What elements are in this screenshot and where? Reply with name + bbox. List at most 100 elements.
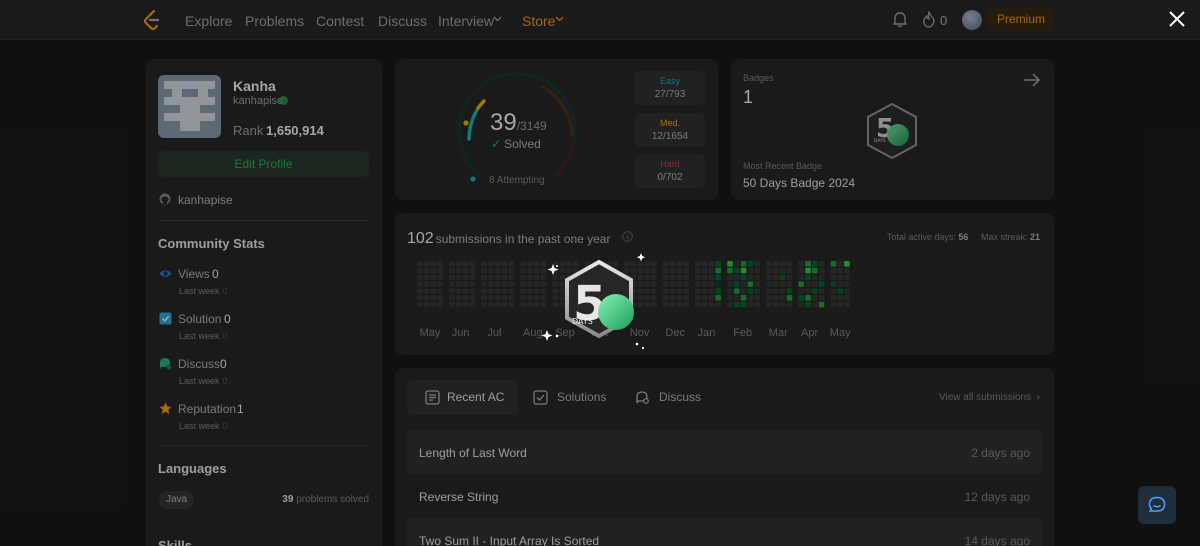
heatmap-cell[interactable] — [812, 281, 818, 287]
heatmap-cell[interactable] — [495, 281, 501, 287]
heatmap-cell[interactable] — [786, 261, 793, 267]
heatmap-cell[interactable] — [676, 267, 682, 274]
heatmap-cell[interactable] — [747, 281, 754, 287]
heatmap-cell[interactable] — [683, 261, 689, 267]
heatmap-cell[interactable] — [812, 295, 818, 301]
nav-explore[interactable]: Explore — [185, 13, 232, 29]
heatmap-cell[interactable] — [734, 274, 740, 281]
leetcode-logo-icon[interactable] — [142, 9, 162, 31]
heatmap-cell[interactable] — [508, 267, 515, 274]
heatmap-cell[interactable] — [683, 288, 689, 294]
heatmap-cell[interactable] — [508, 281, 515, 287]
heatmap-cell[interactable] — [812, 261, 818, 267]
heatmap-cell[interactable] — [437, 274, 443, 281]
heatmap-cell[interactable] — [423, 274, 430, 281]
heatmap-cell[interactable] — [481, 261, 487, 267]
heatmap-cell[interactable] — [481, 301, 487, 308]
heatmap-cell[interactable] — [662, 267, 669, 274]
heatmap-cell[interactable] — [456, 295, 462, 301]
heatmap-cell[interactable] — [805, 295, 811, 301]
heatmap-cell[interactable] — [805, 301, 811, 308]
nav-problems[interactable]: Problems — [245, 13, 304, 29]
heatmap-cell[interactable] — [844, 261, 850, 267]
heatmap-cell[interactable] — [520, 295, 526, 301]
heatmap-cell[interactable] — [754, 267, 760, 274]
heatmap-cell[interactable] — [786, 288, 793, 294]
heatmap-cell[interactable] — [740, 274, 747, 281]
heatmap-cell[interactable] — [715, 301, 721, 308]
heatmap-cell[interactable] — [766, 281, 772, 287]
heatmap-cell[interactable] — [437, 281, 443, 287]
heatmap-cell[interactable] — [469, 301, 476, 308]
heatmap-cell[interactable] — [773, 288, 779, 294]
table-row[interactable]: Two Sum II - Input Array Is Sorted 14 da… — [407, 518, 1042, 546]
heatmap-cell[interactable] — [766, 261, 772, 267]
heatmap-cell[interactable] — [695, 281, 701, 287]
heatmap-cell[interactable] — [779, 295, 786, 301]
heatmap-cell[interactable] — [695, 267, 701, 274]
heatmap-cell[interactable] — [786, 267, 793, 274]
heatmap-cell[interactable] — [449, 261, 455, 267]
heatmap-cell[interactable] — [520, 281, 526, 287]
heatmap-cell[interactable] — [669, 274, 676, 281]
heatmap-cell[interactable] — [417, 267, 423, 274]
heatmap-cell[interactable] — [734, 267, 740, 274]
heatmap-cell[interactable] — [456, 301, 462, 308]
heatmap-cell[interactable] — [798, 281, 804, 287]
heatmap-cell[interactable] — [481, 281, 487, 287]
heatmap-cell[interactable] — [488, 267, 494, 274]
heatmap-cell[interactable] — [462, 261, 469, 267]
heatmap-cell[interactable] — [837, 267, 843, 274]
heatmap-cell[interactable] — [773, 267, 779, 274]
heatmap-cell[interactable] — [676, 281, 682, 287]
heatmap-cell[interactable] — [754, 274, 760, 281]
heatmap-cell[interactable] — [812, 288, 818, 294]
heatmap-cell[interactable] — [449, 281, 455, 287]
heatmap-cell[interactable] — [651, 281, 657, 287]
heatmap-cell[interactable] — [701, 261, 708, 267]
heatmap-cell[interactable] — [423, 301, 430, 308]
heatmap-cell[interactable] — [786, 295, 793, 301]
heatmap-cell[interactable] — [695, 274, 701, 281]
heatmap-cell[interactable] — [508, 301, 515, 308]
heatmap-cell[interactable] — [527, 281, 533, 287]
heatmap-cell[interactable] — [830, 267, 837, 274]
heatmap-cell[interactable] — [734, 281, 740, 287]
heatmap-cell[interactable] — [469, 274, 476, 281]
heatmap-cell[interactable] — [734, 288, 740, 294]
heatmap-cell[interactable] — [754, 261, 760, 267]
heatmap-cell[interactable] — [766, 301, 772, 308]
heatmap-cell[interactable] — [701, 301, 708, 308]
heatmap-cell[interactable] — [437, 261, 443, 267]
heatmap-cell[interactable] — [449, 301, 455, 308]
view-all-submissions-link[interactable]: View all submissions › — [939, 392, 1040, 403]
heatmap-cell[interactable] — [805, 288, 811, 294]
heatmap-cell[interactable] — [701, 267, 708, 274]
heatmap-cell[interactable] — [469, 261, 476, 267]
heatmap-cell[interactable] — [669, 281, 676, 287]
heatmap-cell[interactable] — [481, 274, 487, 281]
heatmap-cell[interactable] — [495, 295, 501, 301]
heatmap-cell[interactable] — [527, 288, 533, 294]
heatmap-cell[interactable] — [651, 267, 657, 274]
heatmap-cell[interactable] — [430, 301, 437, 308]
heatmap-cell[interactable] — [501, 274, 508, 281]
heatmap-cell[interactable] — [449, 295, 455, 301]
heatmap-cell[interactable] — [501, 288, 508, 294]
heatmap-cell[interactable] — [508, 261, 515, 267]
heatmap-cell[interactable] — [495, 267, 501, 274]
heatmap-cell[interactable] — [527, 267, 533, 274]
heatmap-cell[interactable] — [676, 288, 682, 294]
heatmap-cell[interactable] — [837, 261, 843, 267]
table-row[interactable]: Length of Last Word 2 days ago — [407, 430, 1042, 474]
heatmap-cell[interactable] — [727, 267, 733, 274]
heatmap-cell[interactable] — [527, 261, 533, 267]
heatmap-cell[interactable] — [701, 274, 708, 281]
heatmap-cell[interactable] — [805, 281, 811, 287]
tab-recent-ac[interactable]: Recent AC — [407, 380, 519, 415]
heatmap-cell[interactable] — [830, 295, 837, 301]
heatmap-cell[interactable] — [830, 261, 837, 267]
heatmap-cell[interactable] — [437, 267, 443, 274]
heatmap-cell[interactable] — [676, 295, 682, 301]
difficulty-medium[interactable]: Med. 12/1654 — [635, 113, 705, 147]
